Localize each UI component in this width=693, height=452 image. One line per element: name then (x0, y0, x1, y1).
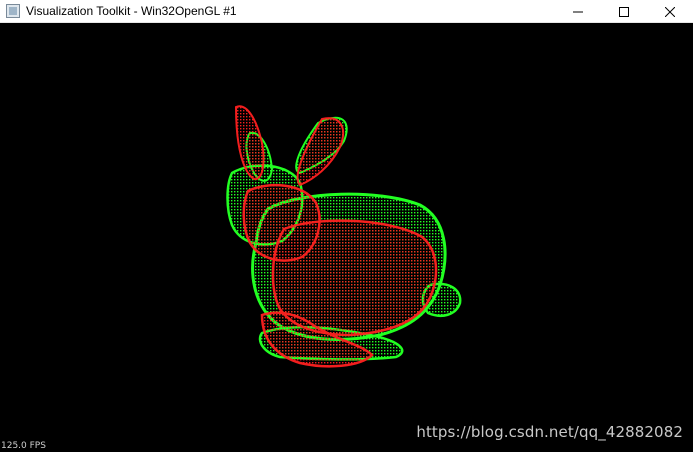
minimize-icon (573, 11, 583, 12)
fps-counter: 125.0 FPS (1, 441, 46, 451)
app-window: Visualization Toolkit - Win32OpenGL #1 1… (0, 0, 693, 452)
maximize-icon (619, 6, 629, 17)
bunny-render (226, 105, 462, 368)
window-controls (555, 0, 693, 23)
close-icon (665, 6, 675, 17)
minimize-button[interactable] (555, 0, 601, 23)
maximize-button[interactable] (601, 0, 647, 23)
close-button[interactable] (647, 0, 693, 23)
app-icon (6, 4, 20, 18)
source-watermark: https://blog.csdn.net/qq_42882082 (416, 423, 683, 441)
render-viewport[interactable]: 125.0 FPS https://blog.csdn.net/qq_42882… (0, 23, 693, 452)
window-title: Visualization Toolkit - Win32OpenGL #1 (26, 4, 237, 18)
title-bar[interactable]: Visualization Toolkit - Win32OpenGL #1 (0, 0, 693, 23)
